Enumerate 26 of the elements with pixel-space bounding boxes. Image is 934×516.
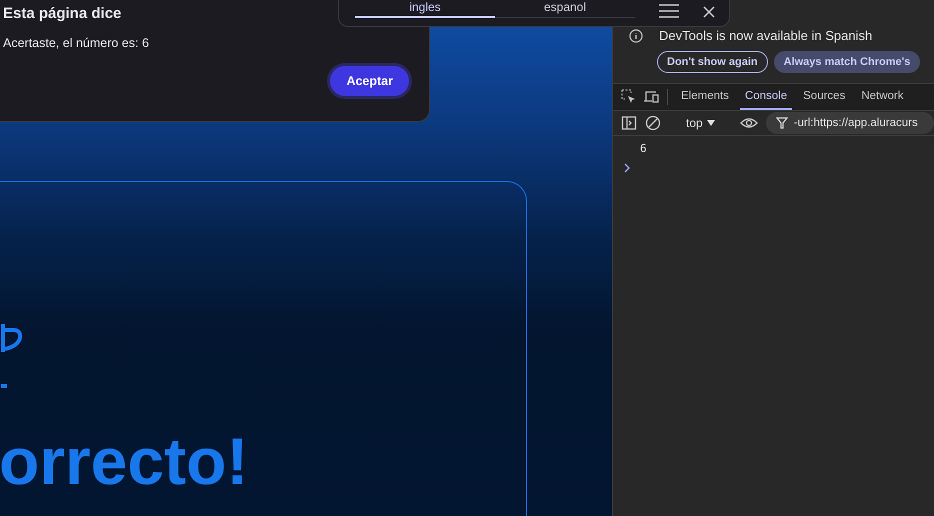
notice-button[interactable]: Don't show again [657,51,768,73]
language-notice: DevTools is now available in Spanish [659,28,872,43]
language-tab[interactable]: espanol [495,0,635,18]
clear-icon[interactable] [645,115,661,131]
caret-icon [706,120,715,126]
filter-field[interactable]: -url:https://app.aluracurs [766,112,934,134]
devtools-tab[interactable]: Elements [676,84,734,110]
inspect-icon[interactable] [621,89,637,105]
context-dropdown[interactable]: top [682,116,719,130]
trophy-icon [1,322,23,388]
language-tab[interactable]: ingles [355,0,495,18]
accept-button[interactable]: Aceptar [330,66,409,96]
devtools-tab[interactable]: Sources [798,84,850,110]
result-heading: orrecto! [0,428,250,494]
close-icon[interactable] [703,6,715,18]
sidebar-icon[interactable] [621,115,637,131]
info-icon [629,28,643,42]
dialog-title: Esta página dice [3,5,122,22]
notice-button[interactable]: Always match Chrome's [774,51,920,73]
device-icon[interactable] [643,89,659,105]
devtools-tab[interactable]: Network [856,84,909,110]
dialog-message: Acertaste, el número es: 6 [3,36,150,50]
prompt-icon [623,163,631,173]
console-output: 6 [639,141,648,155]
menu-icon[interactable] [659,4,679,18]
filter-icon [776,117,788,129]
